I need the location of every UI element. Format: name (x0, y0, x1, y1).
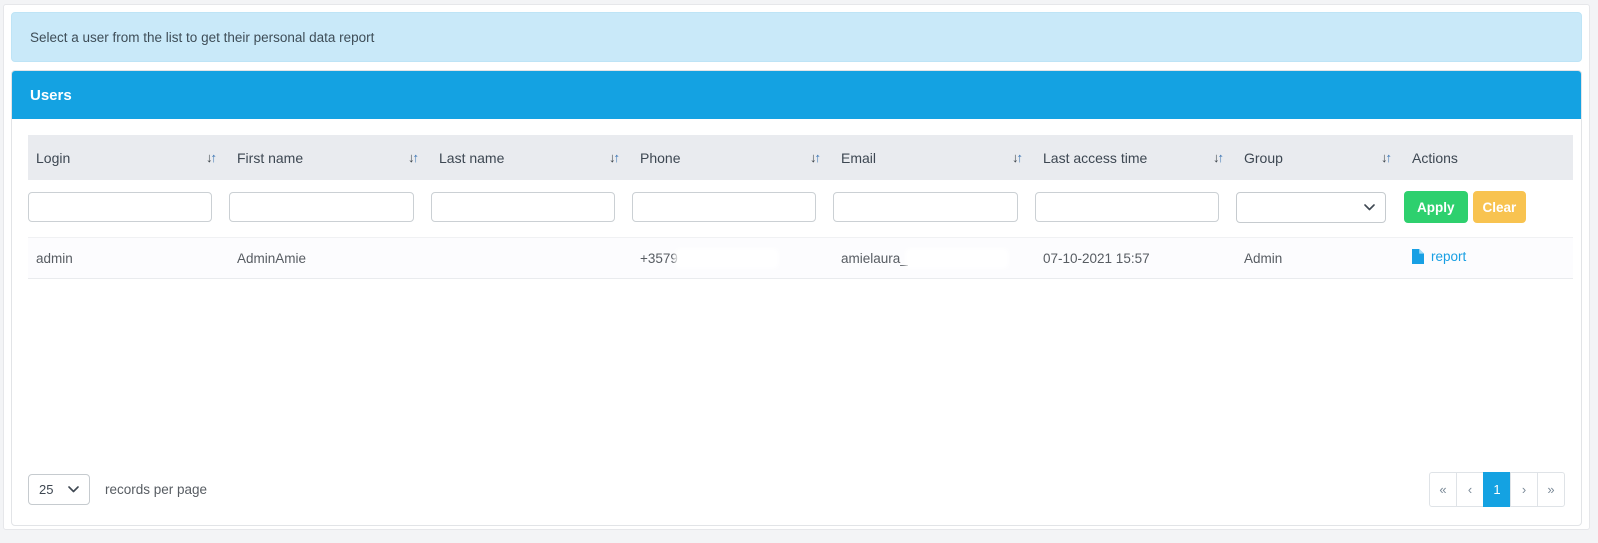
content-card: Select a user from the list to get their… (3, 4, 1590, 530)
column-label: Actions (1412, 149, 1458, 166)
redaction-overlay (908, 252, 1005, 266)
info-banner: Select a user from the list to get their… (11, 12, 1582, 62)
column-header-last-name[interactable]: Last name ↓ ↑ (431, 135, 632, 180)
cell-last-name (431, 237, 632, 279)
phone-visible-text: +3579 (640, 250, 678, 266)
apply-button[interactable]: Apply (1404, 191, 1468, 223)
sort-icon[interactable]: ↓ ↑ (1213, 151, 1224, 164)
panel-title: Users (30, 86, 72, 104)
chevron-down-icon (68, 485, 79, 492)
cell-phone: +3579 (632, 237, 833, 279)
pagination-prev-button[interactable]: ‹ (1456, 471, 1484, 507)
cell-email: amielaura_ (833, 237, 1035, 279)
records-per-page-label: records per page (105, 481, 208, 497)
pagination-first-button[interactable]: « (1429, 471, 1457, 507)
info-banner-text: Select a user from the list to get their… (30, 29, 375, 45)
table-footer: 25 records per page « ‹ 1 › » (28, 471, 1565, 507)
column-label: Login (36, 149, 71, 166)
redaction-overlay (678, 252, 775, 266)
users-panel: Users Login ↓ ↑ First name ↓ ↑ Last name… (11, 70, 1582, 526)
records-per-page-control: 25 records per page (28, 473, 208, 505)
last-name-filter-input[interactable] (431, 192, 615, 222)
pagination-last-button[interactable]: » (1537, 471, 1565, 507)
table-empty-space (28, 279, 1565, 471)
users-panel-header: Users (12, 71, 1581, 119)
login-filter-input[interactable] (28, 192, 212, 222)
sort-icon[interactable]: ↓ ↑ (609, 151, 620, 164)
table-row[interactable]: admin AdminAmie +3579 amielaura_ 07-10-2… (28, 237, 1573, 279)
report-link-label: report (1431, 249, 1467, 264)
column-header-first-name[interactable]: First name ↓ ↑ (229, 135, 431, 180)
column-header-group[interactable]: Group ↓ ↑ (1236, 135, 1404, 180)
sort-icon[interactable]: ↓ ↑ (206, 151, 217, 164)
cell-group: Admin (1236, 237, 1404, 279)
users-panel-body: Login ↓ ↑ First name ↓ ↑ Last name ↓ ↑ P… (12, 119, 1581, 523)
sort-icon[interactable]: ↓ ↑ (1381, 151, 1392, 164)
first-name-filter-input[interactable] (229, 192, 414, 222)
group-filter-select[interactable] (1236, 191, 1386, 223)
records-per-page-select[interactable]: 25 (28, 473, 90, 505)
phone-filter-input[interactable] (632, 192, 816, 222)
sort-icon[interactable]: ↓ ↑ (1012, 151, 1023, 164)
column-label: Phone (640, 149, 681, 166)
table-filter-row: Apply Clear (28, 180, 1573, 238)
report-file-icon (1412, 249, 1424, 264)
column-header-email[interactable]: Email ↓ ↑ (833, 135, 1035, 180)
column-label: Group (1244, 149, 1283, 166)
sort-icon[interactable]: ↓ ↑ (408, 151, 419, 164)
column-header-actions: Actions (1404, 135, 1573, 180)
cell-first-name: AdminAmie (229, 237, 431, 279)
column-label: Last access time (1043, 149, 1148, 166)
chevron-down-icon (1364, 203, 1375, 210)
report-link[interactable]: report (1412, 249, 1466, 264)
column-label: Last name (439, 149, 505, 166)
table-header-row: Login ↓ ↑ First name ↓ ↑ Last name ↓ ↑ P… (28, 135, 1573, 180)
records-per-page-value: 25 (39, 481, 54, 497)
last-access-time-filter-input[interactable] (1035, 192, 1219, 222)
column-header-phone[interactable]: Phone ↓ ↑ (632, 135, 833, 180)
column-label: Email (841, 149, 877, 166)
page-background: Select a user from the list to get their… (0, 0, 1598, 543)
pagination-page-1-button[interactable]: 1 (1483, 471, 1511, 507)
pagination-next-button[interactable]: › (1510, 471, 1538, 507)
column-label: First name (237, 149, 304, 166)
email-visible-text: amielaura_ (841, 250, 908, 266)
column-header-last-access-time[interactable]: Last access time ↓ ↑ (1035, 135, 1236, 180)
cell-login: admin (28, 237, 229, 279)
cell-actions: report (1404, 237, 1573, 279)
pagination: « ‹ 1 › » (1429, 471, 1565, 507)
email-filter-input[interactable] (833, 192, 1018, 222)
clear-button[interactable]: Clear (1472, 191, 1527, 223)
column-header-login[interactable]: Login ↓ ↑ (28, 135, 229, 180)
cell-last-access-time: 07-10-2021 15:57 (1035, 237, 1236, 279)
sort-icon[interactable]: ↓ ↑ (810, 151, 821, 164)
users-table: Login ↓ ↑ First name ↓ ↑ Last name ↓ ↑ P… (28, 135, 1573, 279)
